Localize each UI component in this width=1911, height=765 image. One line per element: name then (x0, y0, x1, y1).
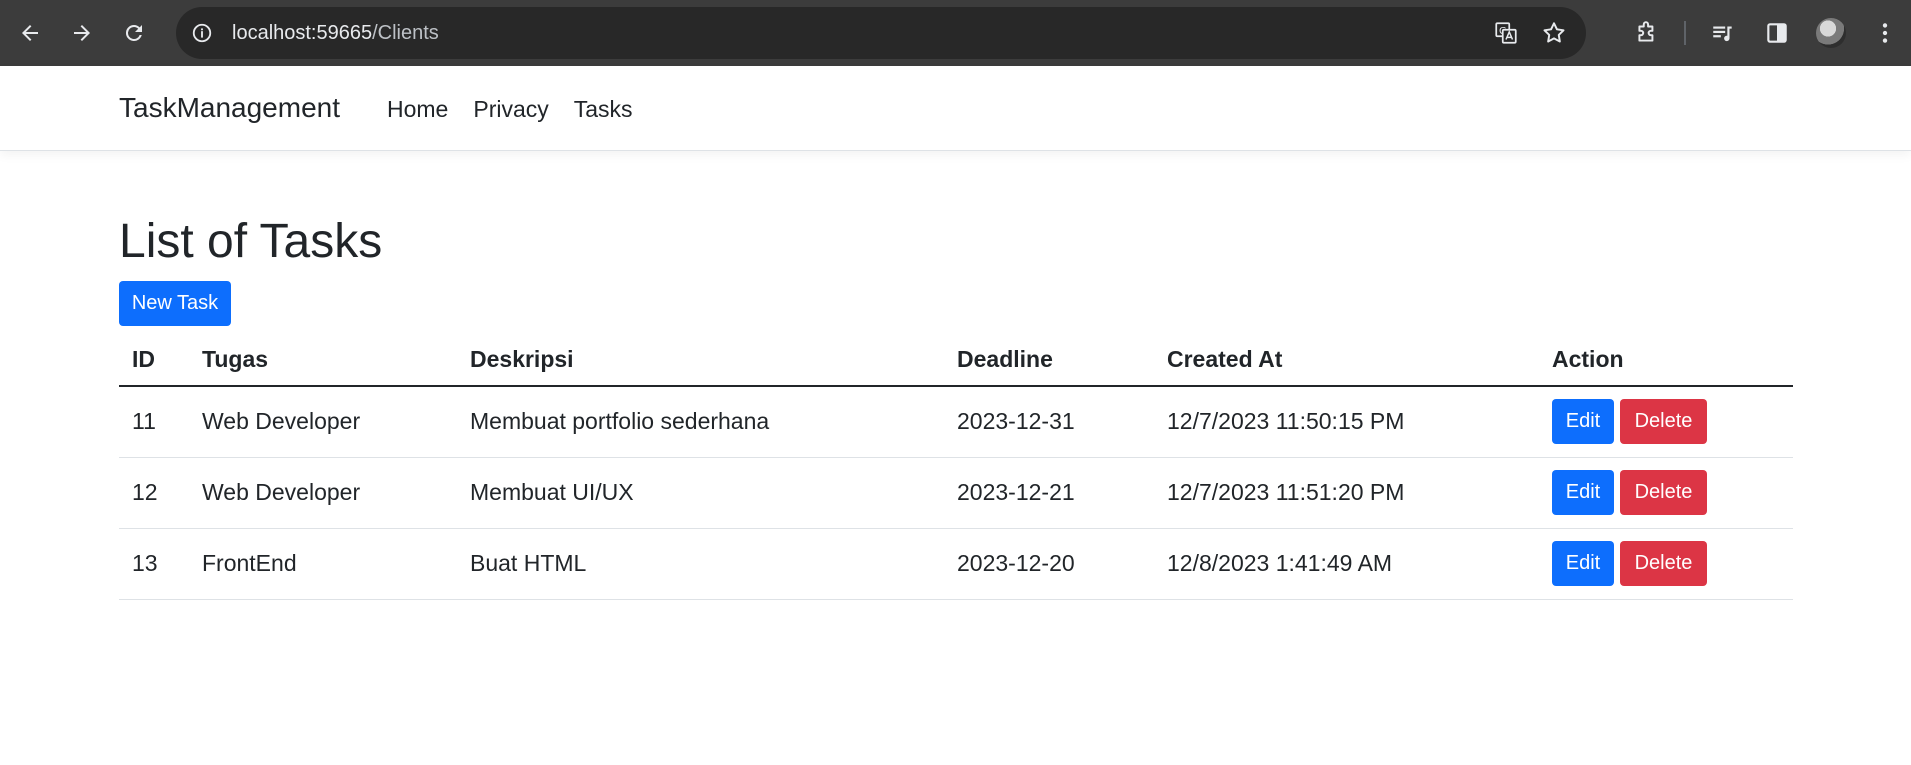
cell-id: 13 (119, 528, 189, 600)
cell-created-at: 12/7/2023 11:50:15 PM (1154, 386, 1539, 458)
brand-link[interactable]: TaskManagement (119, 92, 340, 124)
page-title: List of Tasks (119, 215, 383, 268)
edit-button[interactable]: Edit (1552, 399, 1614, 445)
delete-button[interactable]: Delete (1620, 470, 1707, 515)
cell-deadline: 2023-12-31 (944, 386, 1154, 458)
nav-links: Home Privacy Tasks (387, 96, 658, 123)
header-id: ID (119, 336, 189, 387)
star-icon[interactable] (1530, 7, 1578, 59)
avatar (1816, 18, 1846, 48)
media-queue-icon[interactable] (1696, 0, 1750, 66)
tasks-table: ID Tugas Deskripsi Deadline Created At A… (119, 336, 1793, 600)
forward-arrow-icon[interactable] (60, 11, 104, 55)
cell-deadline: 2023-12-21 (944, 457, 1154, 529)
delete-button[interactable]: Delete (1620, 541, 1707, 586)
cell-deskripsi: Membuat UI/UX (457, 457, 944, 529)
header-action: Action (1539, 336, 1793, 387)
translate-icon[interactable]: G (1482, 7, 1530, 59)
cell-action: Edit Delete (1539, 386, 1793, 458)
address-bar[interactable]: localhost:59665/Clients G (176, 7, 1586, 59)
table-row: 12 Web Developer Membuat UI/UX 2023-12-2… (119, 457, 1793, 529)
edit-button[interactable]: Edit (1552, 470, 1614, 515)
kebab-menu-icon[interactable] (1858, 0, 1911, 66)
cell-deskripsi: Membuat portfolio sederhana (457, 386, 944, 458)
url-host: localhost:59665 (232, 21, 373, 44)
header-created-at: Created At (1154, 336, 1539, 387)
delete-button[interactable]: Delete (1620, 399, 1707, 445)
nav-link-tasks[interactable]: Tasks (574, 96, 633, 123)
header-deskripsi: Deskripsi (457, 336, 944, 387)
reload-icon[interactable] (112, 11, 156, 55)
table-header-row: ID Tugas Deskripsi Deadline Created At A… (119, 336, 1793, 387)
cell-tugas: Web Developer (189, 386, 457, 458)
edit-button[interactable]: Edit (1552, 541, 1614, 586)
cell-tugas: Web Developer (189, 457, 457, 529)
table-row: 11 Web Developer Membuat portfolio seder… (119, 386, 1793, 458)
nav-link-home[interactable]: Home (387, 96, 448, 123)
url-path: /Clients (372, 21, 439, 44)
info-icon[interactable] (176, 7, 228, 59)
table-row: 13 FrontEnd Buat HTML 2023-12-20 12/8/20… (119, 528, 1793, 600)
header-tugas: Tugas (189, 336, 457, 387)
side-panel-icon[interactable] (1750, 0, 1804, 66)
cell-deskripsi: Buat HTML (457, 528, 944, 600)
cell-id: 11 (119, 386, 189, 458)
back-arrow-icon[interactable] (8, 11, 52, 55)
cell-tugas: FrontEnd (189, 528, 457, 600)
browser-toolbar: localhost:59665/Clients G (0, 0, 1911, 66)
header-deadline: Deadline (944, 336, 1154, 387)
cell-action: Edit Delete (1539, 457, 1793, 529)
cell-created-at: 12/8/2023 1:41:49 AM (1154, 528, 1539, 600)
nav-link-privacy[interactable]: Privacy (473, 96, 548, 123)
cell-deadline: 2023-12-20 (944, 528, 1154, 600)
url-text[interactable]: localhost:59665/Clients (232, 22, 439, 45)
cell-created-at: 12/7/2023 11:51:20 PM (1154, 457, 1539, 529)
puzzle-icon[interactable] (1620, 0, 1674, 66)
cell-action: Edit Delete (1539, 528, 1793, 600)
cell-id: 12 (119, 457, 189, 529)
toolbar-separator (1684, 21, 1686, 45)
app-navbar: TaskManagement Home Privacy Tasks (0, 66, 1911, 151)
new-task-button[interactable]: New Task (119, 281, 231, 326)
profile-avatar[interactable] (1804, 0, 1858, 66)
